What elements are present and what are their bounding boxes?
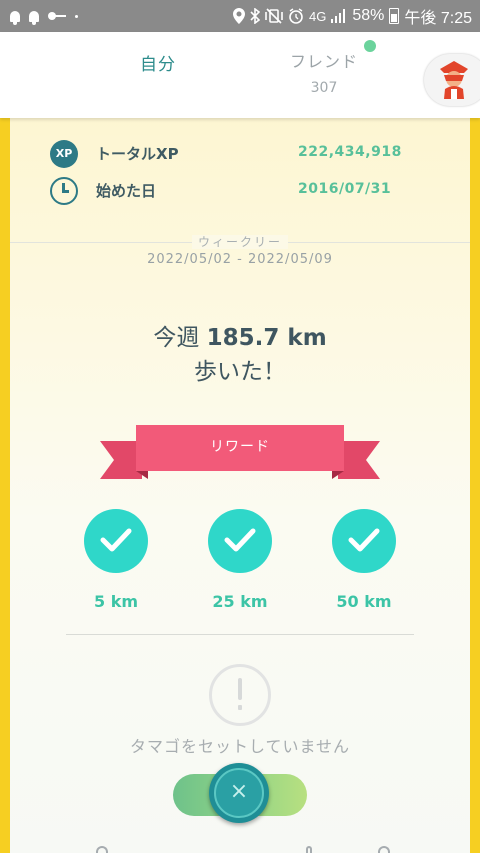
warning-icon	[209, 664, 271, 726]
clock-icon	[50, 177, 78, 205]
bell-icon	[10, 10, 20, 25]
clock-time: 午後 7:25	[404, 10, 472, 27]
network-type: 4G	[309, 8, 327, 24]
xp-icon: XP	[50, 140, 78, 168]
tab-friends-label: フレンド	[289, 52, 358, 71]
stat-value: 2016/07/31	[298, 181, 392, 197]
weekly-title: ウィークリー	[10, 233, 470, 250]
battery-icon	[389, 8, 400, 24]
frame-right	[470, 118, 480, 853]
close-icon: ×	[229, 779, 249, 804]
frame-left	[0, 118, 10, 853]
stat-row-total-xp: XP トータルXP 222,434,918	[10, 138, 470, 174]
profile-card[interactable]: XP トータルXP 222,434,918 始めた日 2016/07/31 ウィ…	[10, 118, 470, 853]
walked-prefix: 今週	[153, 325, 207, 351]
milestone-label: 50 km	[336, 592, 392, 611]
bluetooth-icon	[250, 8, 261, 24]
weekly-range: 2022/05/02 - 2022/05/09	[147, 252, 333, 267]
milestone-label: 25 km	[212, 592, 268, 611]
partial-stat-row	[10, 118, 470, 130]
no-egg-message: タマゴをセットしていません	[129, 737, 351, 756]
status-bar: 4G 58% 午後 7:25	[0, 0, 480, 32]
notification-dot-icon	[364, 40, 376, 52]
walked-distance: 185.7 km	[206, 325, 327, 351]
peek-icon	[306, 846, 312, 853]
bell-icon	[29, 10, 39, 25]
weekly-title-text: ウィークリー	[191, 235, 288, 249]
stat-value: 222,434,918	[298, 144, 402, 160]
peek-icon	[378, 846, 390, 853]
stat-row-start-date: 始めた日 2016/07/31	[10, 175, 470, 211]
stat-label: 始めた日	[96, 182, 157, 200]
alarm-icon	[289, 8, 303, 24]
location-icon	[233, 8, 246, 24]
status-right: 4G 58% 午後 7:25	[233, 0, 472, 32]
key-icon	[48, 12, 66, 20]
close-button[interactable]: ×	[209, 763, 269, 823]
milestone-check-icon	[208, 509, 272, 573]
section-divider	[66, 634, 414, 635]
vibrate-mute-icon	[265, 8, 283, 24]
friend-count: 307	[310, 80, 338, 96]
team-leader-button[interactable]	[424, 54, 480, 106]
dot-icon	[75, 14, 78, 18]
profile-header: 自分 フレンド 307	[0, 32, 480, 118]
warning-dot	[238, 705, 242, 710]
battery-percent: 58%	[352, 7, 385, 24]
team-leader-icon	[440, 61, 468, 99]
close-button-ring: ×	[214, 768, 264, 818]
tab-friends[interactable]: フレンド 307	[280, 48, 368, 96]
milestone-label: 5 km	[93, 592, 138, 611]
warning-bar	[238, 678, 242, 700]
milestone-check-icon	[84, 509, 148, 573]
walked-suffix: 歩いた！	[194, 359, 286, 385]
status-left	[10, 0, 78, 32]
tab-self[interactable]: 自分	[120, 50, 196, 75]
milestone-check-icon	[332, 509, 396, 573]
stat-label: トータルXP	[96, 145, 179, 163]
peek-icon	[96, 846, 108, 853]
signal-icon	[331, 9, 346, 23]
walked-distance-line: 今週 185.7 km	[10, 318, 470, 352]
reward-title: リワード	[210, 439, 270, 455]
